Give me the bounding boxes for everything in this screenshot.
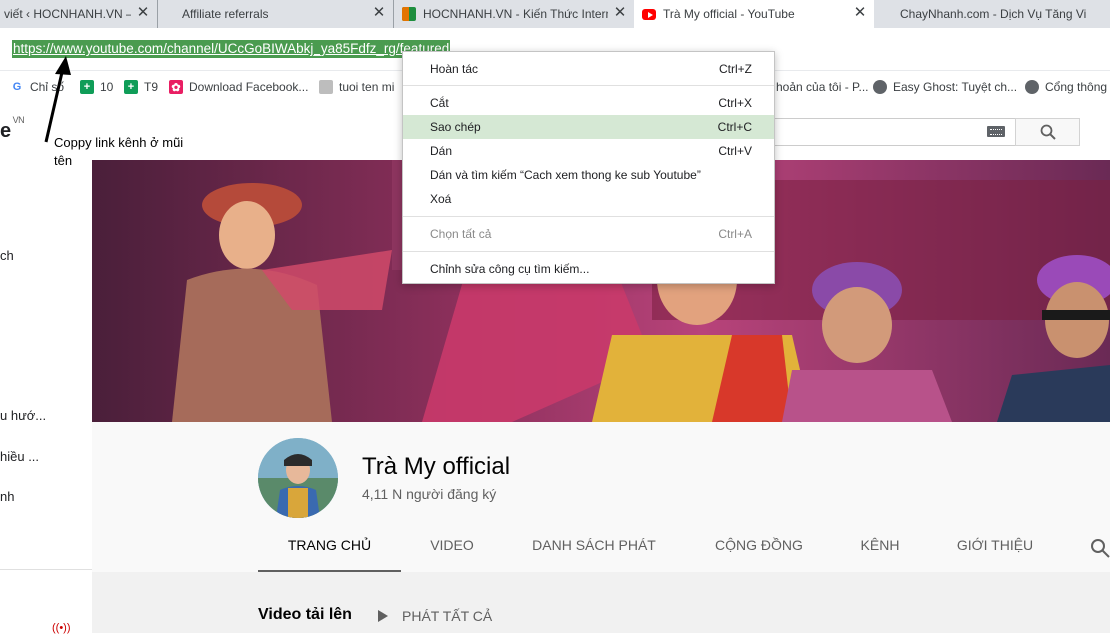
menu-item-shortcut: Ctrl+C bbox=[717, 120, 752, 134]
tab-community[interactable]: CỘNG ĐỒNG bbox=[704, 530, 814, 570]
menu-item-select-all[interactable]: Chọn tất cả Ctrl+A bbox=[403, 222, 774, 246]
bookmark-item[interactable]: hoản của tôi - P... bbox=[776, 78, 869, 96]
tab-title: Affiliate referrals bbox=[182, 7, 269, 21]
menu-item-edit-search-engines[interactable]: Chỉnh sửa công cụ tìm kiếm... bbox=[403, 257, 774, 281]
close-tab-icon[interactable]: ✕ bbox=[852, 5, 868, 21]
bookmark-item[interactable]: + T9 bbox=[124, 78, 158, 96]
menu-item-label: Dán bbox=[430, 144, 453, 158]
search-icon bbox=[1040, 124, 1056, 140]
uploads-section-title[interactable]: Video tải lên bbox=[258, 606, 352, 624]
browser-tab-4[interactable]: Trà My official - YouTube ✕ bbox=[634, 0, 874, 28]
subscriber-count: 4,11 N người đăng ký bbox=[362, 486, 497, 502]
bookmark-item[interactable]: ✿ Download Facebook... bbox=[169, 78, 308, 96]
menu-item-undo[interactable]: Hoàn tác Ctrl+Z bbox=[403, 57, 774, 81]
play-all-button[interactable]: PHÁT TẤT CẢ bbox=[402, 608, 492, 624]
live-icon: ((•)) bbox=[52, 622, 71, 634]
context-menu: Hoàn tác Ctrl+Z Cắt Ctrl+X Sao chép Ctrl… bbox=[402, 51, 775, 284]
menu-divider bbox=[403, 85, 774, 86]
tab-title: Trà My official - YouTube bbox=[663, 7, 795, 21]
bookmark-label: Cổng thông bbox=[1045, 80, 1108, 94]
menu-item-paste[interactable]: Dán Ctrl+V bbox=[403, 139, 774, 163]
youtube-favicon-icon bbox=[642, 8, 656, 20]
bookmark-label: Easy Ghost: Tuyệt ch... bbox=[893, 80, 1018, 94]
bookmark-item[interactable]: Easy Ghost: Tuyệt ch... bbox=[873, 78, 1017, 96]
tab-title: HOCNHANH.VN - Kiến Thức Internet bbox=[423, 7, 608, 21]
plus-icon: + bbox=[124, 80, 138, 94]
globe-icon bbox=[873, 80, 887, 94]
menu-divider bbox=[403, 216, 774, 217]
menu-item-copy[interactable]: Sao chép Ctrl+C bbox=[403, 115, 774, 139]
channel-name: Trà My official bbox=[362, 453, 511, 480]
bookmark-item[interactable]: Cổng thông bbox=[1025, 78, 1107, 96]
bookmark-label: Download Facebook... bbox=[189, 80, 309, 94]
bookmark-label: tuoi ten mi bbox=[339, 80, 395, 94]
close-tab-icon[interactable]: ✕ bbox=[371, 5, 387, 21]
menu-item-label: Chỉnh sửa công cụ tìm kiếm... bbox=[430, 262, 590, 276]
image-icon: ✿ bbox=[169, 80, 183, 94]
browser-tab-2[interactable]: Affiliate referrals ✕ bbox=[158, 0, 394, 28]
tab-about[interactable]: GIỚI THIỆU bbox=[948, 530, 1042, 570]
menu-item-label: Chọn tất cả bbox=[430, 227, 492, 241]
tab-home[interactable]: TRANG CHỦ bbox=[258, 530, 401, 573]
play-icon[interactable] bbox=[378, 610, 388, 622]
bookmark-item[interactable]: tuoi ten mi bbox=[319, 78, 394, 96]
menu-item-shortcut: Ctrl+A bbox=[718, 227, 752, 241]
sidebar-item[interactable]: nh bbox=[0, 489, 90, 504]
close-tab-icon[interactable]: ✕ bbox=[612, 5, 628, 21]
doc-icon bbox=[319, 80, 333, 94]
close-tab-icon[interactable]: ✕ bbox=[135, 5, 151, 21]
globe-icon bbox=[1025, 80, 1039, 94]
annotation-arrow-icon bbox=[44, 56, 71, 143]
menu-item-shortcut: Ctrl+V bbox=[718, 144, 752, 158]
menu-item-delete[interactable]: Xoá bbox=[403, 187, 774, 211]
menu-item-shortcut: Ctrl+X bbox=[718, 96, 752, 110]
bookmark-label: T9 bbox=[144, 80, 159, 94]
tab-strip: viết ‹ HOCNHANH.VN — ✕ Affiliate referra… bbox=[0, 0, 1110, 28]
menu-item-label: Hoàn tác bbox=[430, 62, 479, 76]
sidebar-item[interactable]: ch bbox=[0, 248, 90, 263]
browser-tab-5[interactable]: ChayNhanh.com - Dịch Vụ Tăng Vi bbox=[874, 0, 1110, 28]
menu-divider bbox=[403, 251, 774, 252]
bookmark-label: hoản của tôi - P... bbox=[776, 80, 869, 94]
channel-content: Video tải lên PHÁT TẤT CẢ bbox=[92, 572, 1110, 633]
menu-item-shortcut: Ctrl+Z bbox=[719, 62, 752, 76]
menu-item-cut[interactable]: Cắt Ctrl+X bbox=[403, 91, 774, 115]
keyboard-icon[interactable] bbox=[987, 126, 1005, 137]
browser-tab-3[interactable]: HOCNHANH.VN - Kiến Thức Internet ✕ bbox=[394, 0, 634, 28]
channel-search-icon[interactable] bbox=[1090, 538, 1110, 558]
menu-item-label: Sao chép bbox=[430, 120, 481, 134]
channel-avatar[interactable] bbox=[258, 438, 338, 518]
menu-item-paste-and-search[interactable]: Dán và tìm kiếm “Cach xem thong ke sub Y… bbox=[403, 163, 774, 187]
search-input[interactable] bbox=[760, 118, 1016, 146]
menu-item-label: Xoá bbox=[430, 192, 452, 206]
sidebar-divider bbox=[0, 569, 92, 570]
sidebar-item[interactable]: u hướ... bbox=[0, 408, 90, 423]
menu-item-label: Dán và tìm kiếm “Cach xem thong ke sub Y… bbox=[430, 168, 701, 182]
tab-channels[interactable]: KÊNH bbox=[850, 530, 910, 570]
tab-videos[interactable]: VIDEO bbox=[418, 530, 486, 570]
channel-header: Trà My official 4,11 N người đăng ký TRA… bbox=[92, 422, 1110, 573]
sidebar-item[interactable]: hiều ... bbox=[0, 449, 90, 464]
menu-item-label: Cắt bbox=[430, 96, 449, 110]
search-button[interactable] bbox=[1015, 118, 1080, 146]
tab-title: ChayNhanh.com - Dịch Vụ Tăng Vi bbox=[900, 7, 1087, 21]
hocnhanh-favicon-icon bbox=[402, 7, 416, 21]
tab-playlists[interactable]: DANH SÁCH PHÁT bbox=[520, 530, 668, 570]
